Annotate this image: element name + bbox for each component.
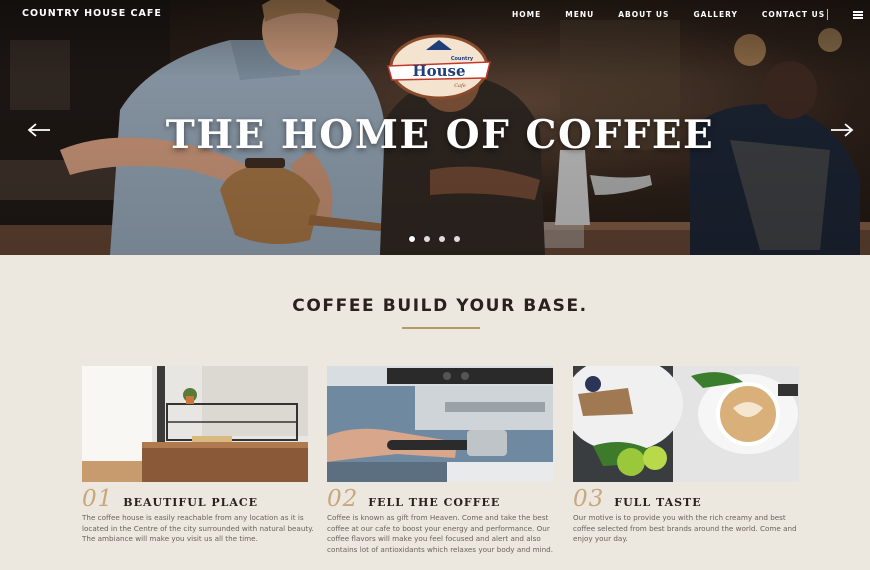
hero-banner: COUNTRY HOUSE CAFE HOME MENU ABOUT US GA… <box>0 0 870 255</box>
slider-dots <box>409 236 460 242</box>
nav-gallery[interactable]: GALLERY <box>693 10 737 19</box>
arrow-left-icon[interactable] <box>27 123 51 137</box>
arrow-right-icon[interactable] <box>830 123 854 137</box>
feature-number: 01 <box>82 486 114 512</box>
feature-card: 01 BEAUTIFUL PLACE The coffee house is e… <box>82 366 314 543</box>
feature-number: 03 <box>573 486 605 512</box>
feature-image-fell-the-coffee <box>327 366 553 482</box>
slider-dot[interactable] <box>439 236 445 242</box>
slider-dot[interactable] <box>424 236 430 242</box>
feature-heading: 02 FELL THE COFFEE <box>327 486 500 512</box>
brand-name[interactable]: COUNTRY HOUSE CAFE <box>22 8 162 19</box>
feature-card: 03 FULL TASTE Our motive is to provide y… <box>563 356 801 543</box>
feature-card: 02 FELL THE COFFEE Coffee is known as gi… <box>327 366 555 554</box>
logo-main-text: House <box>412 62 465 80</box>
main-nav: HOME MENU ABOUT US GALLERY CONTACT US <box>512 10 849 19</box>
hamburger-icon[interactable] <box>853 11 863 19</box>
section-divider <box>402 327 480 329</box>
nav-about-us[interactable]: ABOUT US <box>618 10 669 19</box>
feature-heading: 03 FULL TASTE <box>573 486 702 512</box>
hero-title: THE HOME OF COFFEE <box>165 112 715 158</box>
feature-title: FELL THE COFFEE <box>368 496 501 509</box>
feature-description: The coffee house is easily reachable fro… <box>82 513 314 544</box>
section-title: COFFEE BUILD YOUR BASE. <box>292 296 588 316</box>
nav-menu[interactable]: MENU <box>565 10 594 19</box>
feature-description: Coffee is known as gift from Heaven. Com… <box>327 513 554 554</box>
nav-home[interactable]: HOME <box>512 10 541 19</box>
nav-divider <box>827 9 828 20</box>
feature-image-full-taste <box>563 356 799 482</box>
slider-dot[interactable] <box>454 236 460 242</box>
logo-sub-text: Cafe <box>454 83 466 89</box>
feature-image-beautiful-place <box>82 366 308 482</box>
feature-heading: 01 BEAUTIFUL PLACE <box>82 486 258 512</box>
feature-description: Our motive is to provide you with the ri… <box>573 513 797 544</box>
feature-number: 02 <box>327 486 359 512</box>
slider-dot[interactable] <box>409 236 415 242</box>
feature-title: FULL TASTE <box>614 496 702 509</box>
feature-title: BEAUTIFUL PLACE <box>123 496 259 509</box>
logo-top-text: Country <box>451 56 474 62</box>
nav-contact-us[interactable]: CONTACT US <box>762 10 825 19</box>
cafe-logo[interactable]: House Country Cafe <box>378 34 500 100</box>
